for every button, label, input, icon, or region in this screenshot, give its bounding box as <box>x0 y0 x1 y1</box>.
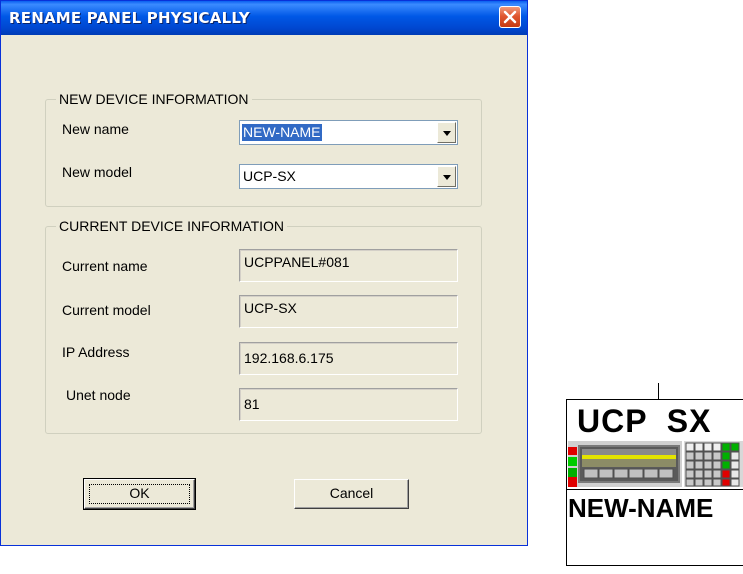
current-model-field: UCP-SX <box>239 295 458 328</box>
unet-node-field: 81 <box>239 388 458 421</box>
current-model-value: UCP-SX <box>244 300 297 316</box>
new-name-input[interactable]: NEW-NAME <box>242 124 322 141</box>
device-node-icon[interactable]: UCP SX NEW-NAME <box>566 399 743 566</box>
ip-address-field: 192.168.6.175 <box>239 342 458 375</box>
unet-node-value: 81 <box>244 396 260 412</box>
unet-node-label: Unet node <box>66 387 131 403</box>
new-device-legend: NEW DEVICE INFORMATION <box>56 91 252 107</box>
cancel-button-label: Cancel <box>329 485 374 501</box>
current-device-legend: CURRENT DEVICE INFORMATION <box>56 218 288 234</box>
new-model-input[interactable]: UCP-SX <box>242 168 297 185</box>
new-device-groupbox: NEW DEVICE INFORMATION <box>45 91 482 207</box>
cancel-button[interactable]: Cancel <box>294 479 409 509</box>
new-model-label: New model <box>62 164 133 180</box>
new-name-combobox[interactable]: NEW-NAME <box>239 120 458 145</box>
current-model-label: Current model <box>62 302 151 318</box>
panel-hardware-icon <box>568 441 743 487</box>
close-icon <box>503 10 517 24</box>
ip-address-label: IP Address <box>62 344 130 360</box>
icon-divider <box>567 489 743 490</box>
rename-panel-dialog: RENAME PANEL PHYSICALLY NEW DEVICE INFOR… <box>0 0 528 546</box>
focus-indicator <box>89 484 190 504</box>
current-name-value: UCPPANEL#081 <box>244 254 350 270</box>
current-name-label: Current name <box>62 258 148 274</box>
ok-button[interactable]: OK <box>83 478 196 510</box>
screen: RENAME PANEL PHYSICALLY NEW DEVICE INFOR… <box>0 0 743 574</box>
current-name-field: UCPPANEL#081 <box>239 249 458 282</box>
ip-address-value: 192.168.6.175 <box>244 350 334 366</box>
device-name-text: NEW-NAME <box>568 493 714 523</box>
new-model-dropdown-button[interactable] <box>437 166 456 187</box>
new-name-label: New name <box>62 121 129 137</box>
device-model-text: UCP SX <box>577 403 712 439</box>
new-model-combobox[interactable]: UCP-SX <box>239 164 458 189</box>
title-bar[interactable]: RENAME PANEL PHYSICALLY <box>1 1 527 35</box>
connection-line <box>658 383 659 399</box>
dialog-title: RENAME PANEL PHYSICALLY <box>9 9 250 27</box>
new-name-dropdown-button[interactable] <box>437 122 456 143</box>
close-button[interactable] <box>499 6 521 28</box>
